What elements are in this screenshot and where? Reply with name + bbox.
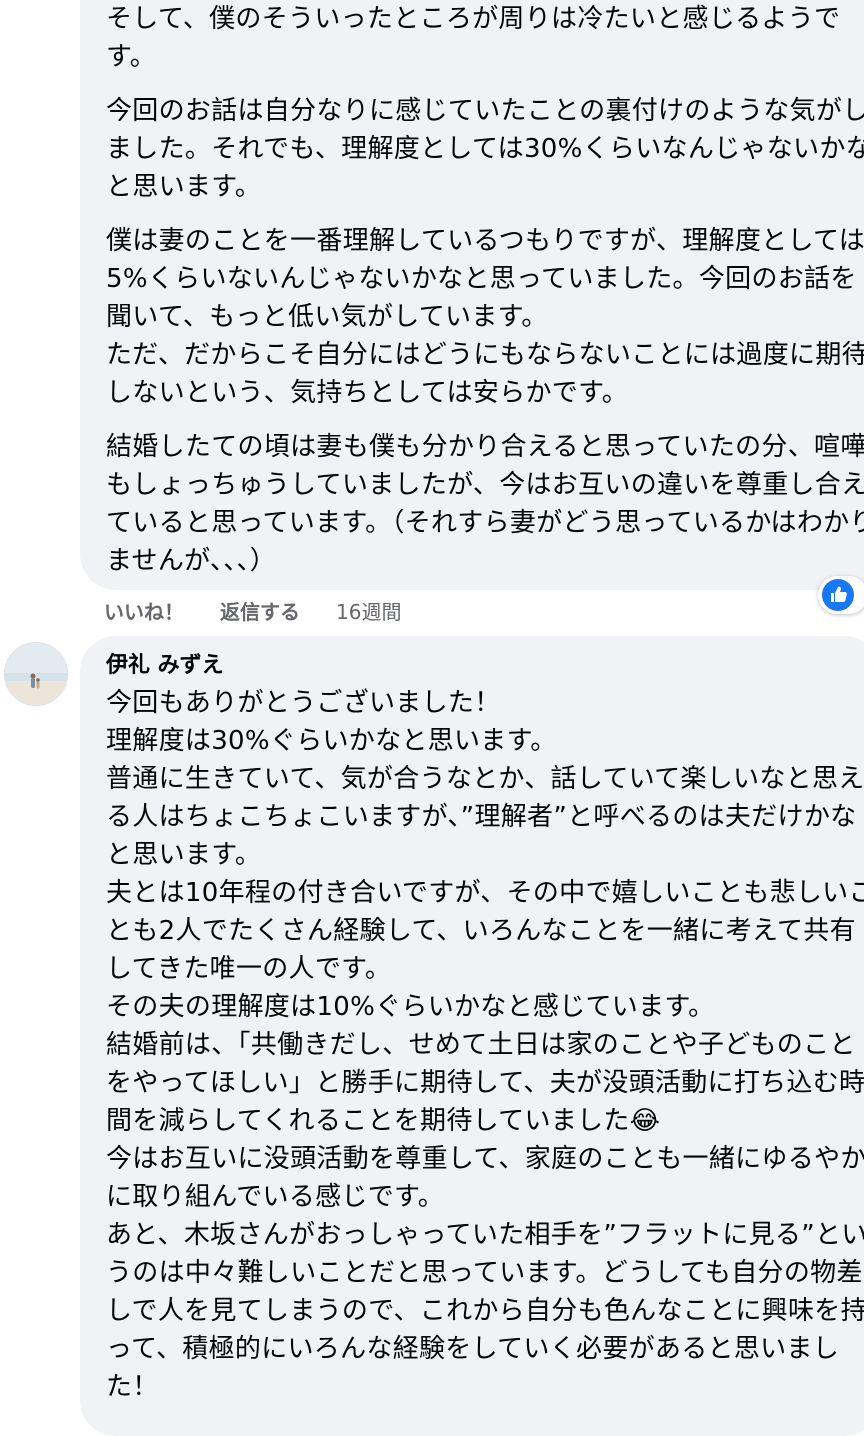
comment-paragraph: 僕は妻のことを一番理解しているつもりですが、理解度としては5%くらいないんじゃな… <box>106 226 864 408</box>
comment-bubble: 伊礼 みずえ 今回もありがとうございました！ 理解度は30%ぐらいかなと思います… <box>80 636 864 1436</box>
like-button[interactable]: いいね！ <box>104 596 184 625</box>
comment-paragraph: そして、僕のそういったところが周りは冷たいと感じるようです。 <box>106 4 841 72</box>
reaction-count-badge[interactable] <box>818 576 864 614</box>
reply-button[interactable]: 返信する <box>220 596 300 625</box>
avatar[interactable] <box>4 642 68 706</box>
comment-paragraph: 結婚したての頃は妻も僕も分かり合えると思っていたの分、喧嘩もしょっちゅうしていま… <box>106 432 864 576</box>
comment-actions: いいね！ 返信する 16週間 <box>104 592 401 628</box>
thumbs-up-icon <box>822 579 854 611</box>
comment-paragraph: 今回のお話は自分なりに感じていたことの裏付けのような気がしました。それでも、理解… <box>106 96 864 202</box>
comment-author[interactable]: 伊礼 みずえ <box>106 650 864 682</box>
comment-text: 今回もありがとうございました！ 理解度は30%ぐらいかなと思います。 普通に生き… <box>106 688 864 1402</box>
beach-photo-icon <box>5 643 67 705</box>
comment-bubble: そして、僕のそういったところが周りは冷たいと感じるようです。 今回のお話は自分な… <box>80 0 864 590</box>
timestamp[interactable]: 16週間 <box>336 596 401 625</box>
